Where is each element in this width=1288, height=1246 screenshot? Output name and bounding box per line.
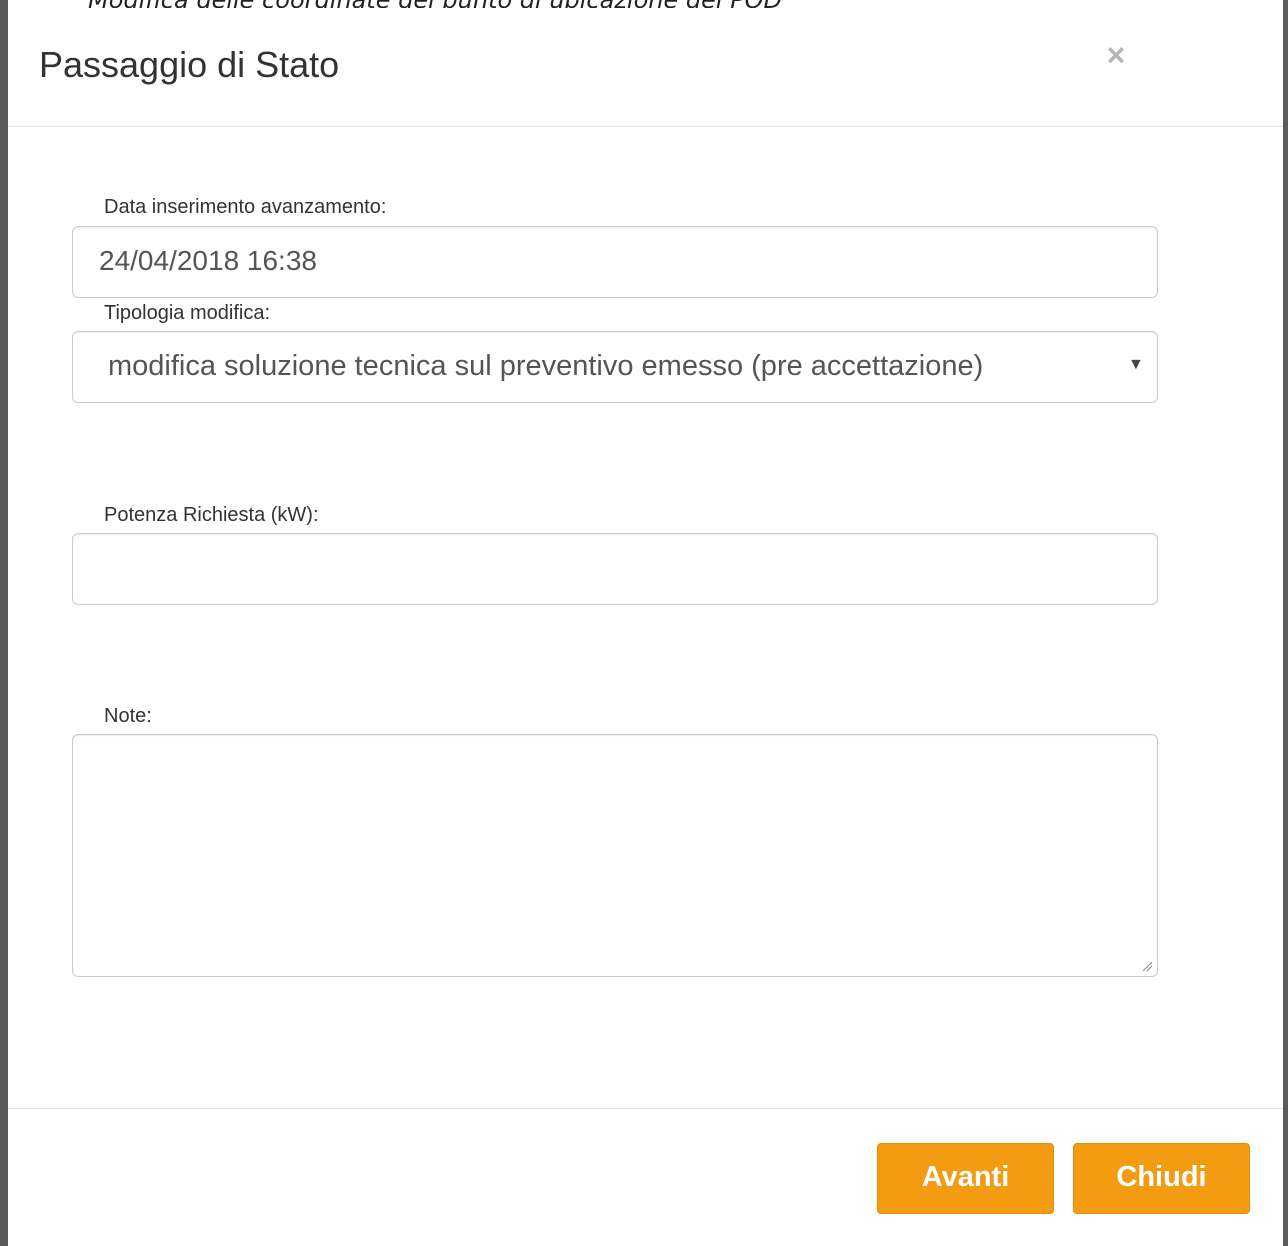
modal-header: Passaggio di Stato × [8,8,1283,127]
modal-footer-divider [8,1108,1283,1109]
data-inserimento-input[interactable]: 24/04/2018 16:38 [72,226,1158,298]
note-textarea[interactable] [72,734,1158,977]
dropdown-caret-icon: ▼ [1128,356,1144,373]
modal-dialog: Passaggio di Stato × Data inserimento av… [8,8,1283,1243]
potenza-richiesta-input[interactable] [72,533,1158,605]
chiudi-button[interactable]: Chiudi [1073,1143,1250,1214]
tipologia-modifica-selected: modifica soluzione tecnica sul preventiv… [108,350,984,382]
avanti-button[interactable]: Avanti [877,1143,1054,1214]
modal-title: Passaggio di Stato [39,44,340,85]
tipologia-modifica-label: Tipologia modifica: [104,302,271,324]
note-label: Note: [104,705,152,727]
backdrop-edge-left [0,0,8,1246]
close-icon[interactable]: × [1102,38,1130,72]
tipologia-modifica-select[interactable]: modifica soluzione tecnica sul preventiv… [72,331,1158,403]
data-inserimento-label: Data inserimento avanzamento: [104,196,387,218]
resize-handle-icon[interactable] [1141,960,1153,972]
potenza-richiesta-label: Potenza Richiesta (kW): [104,504,319,526]
data-inserimento-value: 24/04/2018 16:38 [99,245,317,276]
backdrop-edge-right [1283,0,1288,1246]
